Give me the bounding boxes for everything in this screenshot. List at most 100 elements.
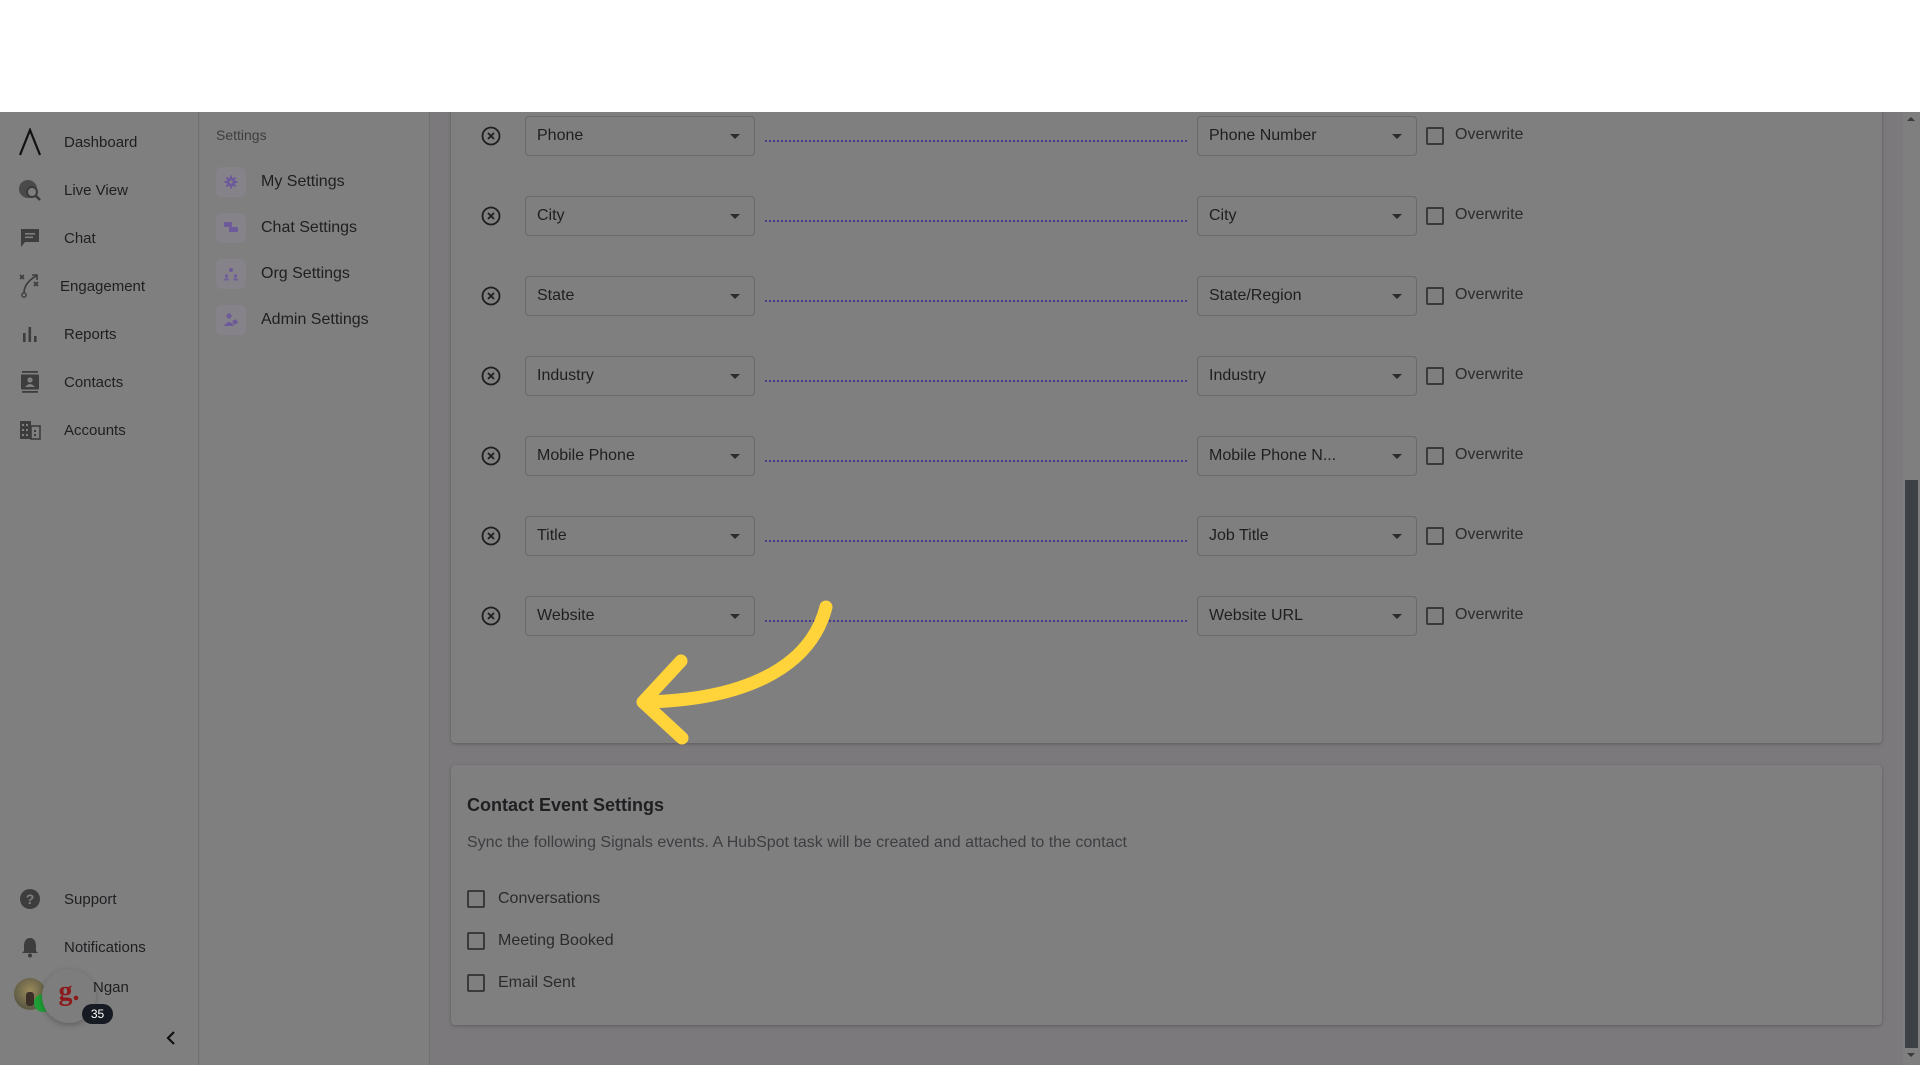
source-field-select[interactable]: State [525, 276, 755, 316]
vertical-scrollbar[interactable] [1903, 112, 1920, 1065]
meeting-booked-checkbox[interactable] [467, 932, 485, 950]
sidebar-item-accounts[interactable]: Accounts [0, 410, 199, 450]
target-field-select[interactable]: Phone Number [1197, 116, 1417, 156]
overwrite-checkbox[interactable] [1426, 287, 1444, 305]
top-blank-area [0, 0, 1920, 112]
remove-mapping-icon[interactable] [481, 446, 501, 466]
sidebar-item-reports[interactable]: Reports [0, 314, 199, 354]
bottom-blank-area [0, 1065, 1920, 1080]
target-field-select[interactable]: Mobile Phone N... [1197, 436, 1417, 476]
chat-bubble-icon [17, 225, 43, 251]
source-field-select[interactable]: Website [525, 596, 755, 636]
field-mapping-row-city: City City Overwrite [451, 196, 1882, 236]
overwrite-checkbox[interactable] [1426, 207, 1444, 225]
source-field-select[interactable]: Mobile Phone [525, 436, 755, 476]
chat-bubbles-icon [216, 213, 246, 243]
email-sent-checkbox[interactable] [467, 974, 485, 992]
overwrite-checkbox[interactable] [1426, 367, 1444, 385]
globe-search-icon [17, 177, 43, 203]
overwrite-label: Overwrite [1455, 126, 1524, 143]
source-field-select[interactable]: Title [525, 516, 755, 556]
remove-mapping-icon[interactable] [481, 606, 501, 626]
source-field-value: Phone [537, 127, 584, 144]
overwrite-checkbox[interactable] [1426, 527, 1444, 545]
contact-card-icon [17, 369, 43, 395]
source-field-value: Title [537, 527, 567, 544]
source-field-value: Industry [537, 367, 594, 384]
event-option-email-sent[interactable]: Email Sent [467, 971, 575, 995]
sidebar-item-engagement[interactable]: Engagement [0, 266, 199, 306]
source-field-select[interactable]: Industry [525, 356, 755, 396]
overwrite-label: Overwrite [1455, 446, 1524, 463]
mapping-connector-line [765, 460, 1187, 462]
overwrite-checkbox[interactable] [1426, 447, 1444, 465]
sidebar-item-live-view[interactable]: Live View [0, 170, 199, 210]
main-sidebar: Dashboard Live View Chat Engagement Repo… [0, 112, 199, 1065]
overwrite-checkbox[interactable] [1426, 127, 1444, 145]
target-field-value: Phone Number [1209, 127, 1317, 144]
scrollbar-thumb[interactable] [1905, 480, 1918, 1048]
target-field-select[interactable]: Job Title [1197, 516, 1417, 556]
sidebar-item-dashboard[interactable]: Dashboard [0, 122, 199, 162]
subnav-item-chat-settings[interactable]: Chat Settings [216, 212, 421, 244]
contact-event-settings-card: Contact Event Settings Sync the followin… [451, 765, 1882, 1025]
scroll-down-arrow-icon[interactable] [1907, 1053, 1915, 1057]
subnav-item-admin-settings[interactable]: Admin Settings [216, 304, 421, 336]
source-field-select[interactable]: City [525, 196, 755, 236]
sidebar-item-notifications[interactable]: Notifications [0, 927, 199, 967]
remove-mapping-icon[interactable] [481, 366, 501, 386]
subnav-item-label: Chat Settings [261, 219, 358, 236]
target-field-select[interactable]: Website URL [1197, 596, 1417, 636]
gear-icon [216, 167, 246, 197]
dropdown-caret-icon [730, 294, 740, 299]
overwrite-label: Overwrite [1455, 366, 1524, 383]
collapse-sidebar-button[interactable] [162, 1029, 180, 1047]
remove-mapping-icon[interactable] [481, 286, 501, 306]
bell-icon [17, 934, 43, 960]
conversations-checkbox[interactable] [467, 890, 485, 908]
dropdown-caret-icon [1392, 374, 1402, 379]
sidebar-item-label: Support [64, 890, 117, 908]
sidebar-item-support[interactable]: ? Support [0, 879, 199, 919]
event-option-conversations[interactable]: Conversations [467, 887, 600, 911]
org-people-icon [216, 259, 246, 289]
target-field-select[interactable]: Industry [1197, 356, 1417, 396]
source-field-value: Mobile Phone [537, 447, 635, 464]
target-field-value: Mobile Phone N... [1209, 447, 1337, 464]
subnav-item-org-settings[interactable]: Org Settings [216, 258, 421, 290]
field-mapping-row-state: State State/Region Overwrite [451, 276, 1882, 316]
overwrite-checkbox[interactable] [1426, 607, 1444, 625]
subnav-item-label: Org Settings [261, 265, 350, 282]
target-field-value: Industry [1209, 367, 1266, 384]
user-profile[interactable]: g. Ngan 35 [0, 969, 199, 1030]
sidebar-item-label: Contacts [64, 373, 124, 391]
sidebar-item-chat[interactable]: Chat [0, 218, 199, 258]
user-name: Ngan [93, 979, 129, 996]
dropdown-caret-icon [1392, 214, 1402, 219]
target-field-select[interactable]: City [1197, 196, 1417, 236]
remove-mapping-icon[interactable] [481, 206, 501, 226]
mapping-connector-line [765, 140, 1187, 142]
remove-mapping-icon[interactable] [481, 126, 501, 146]
org-logo-letter: g. [58, 976, 80, 1007]
dropdown-caret-icon [1392, 614, 1402, 619]
target-field-select[interactable]: State/Region [1197, 276, 1417, 316]
subnav-item-my-settings[interactable]: My Settings [216, 166, 421, 198]
chevron-left-icon [166, 1031, 175, 1045]
event-option-label: Meeting Booked [498, 932, 614, 949]
mapping-connector-line [765, 220, 1187, 222]
event-option-label: Email Sent [498, 974, 576, 991]
dropdown-caret-icon [1392, 454, 1402, 459]
source-field-select[interactable]: Phone [525, 116, 755, 156]
remove-mapping-icon[interactable] [481, 526, 501, 546]
dropdown-caret-icon [1392, 134, 1402, 139]
overwrite-label: Overwrite [1455, 526, 1524, 543]
sidebar-item-contacts[interactable]: Contacts [0, 362, 199, 402]
source-field-value: State [537, 287, 575, 304]
overwrite-label: Overwrite [1455, 206, 1524, 223]
field-mapping-card: Phone Phone Number Overwrite City City Overwr… [451, 112, 1882, 847]
scroll-up-arrow-icon[interactable] [1907, 117, 1915, 121]
source-field-value: City [537, 207, 565, 224]
dropdown-caret-icon [730, 374, 740, 379]
event-option-meeting-booked[interactable]: Meeting Booked [467, 929, 614, 953]
